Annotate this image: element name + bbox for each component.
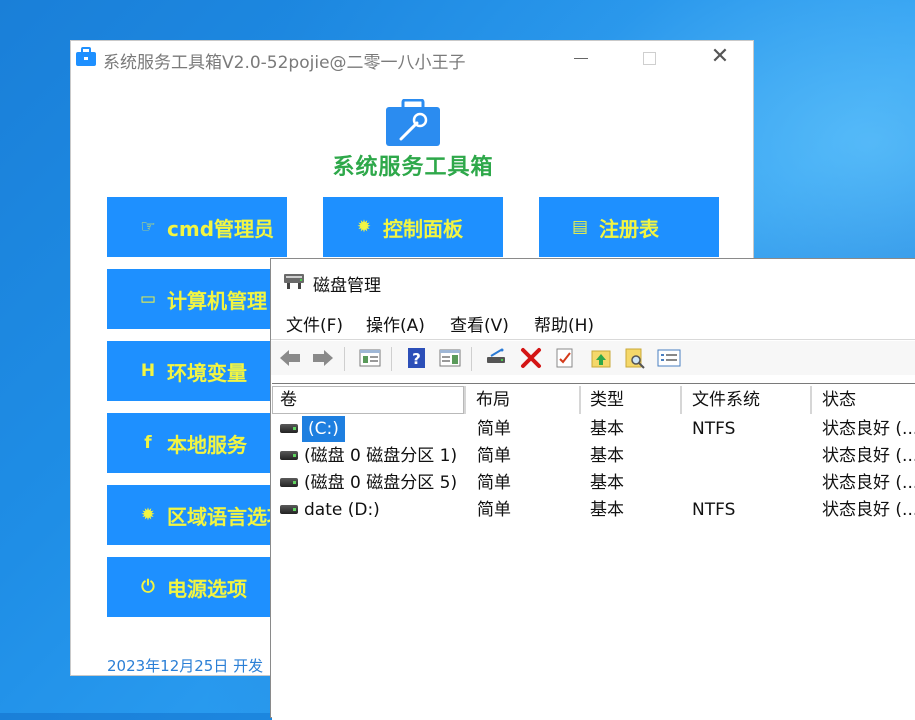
menu-view[interactable]: 查看(V) <box>450 311 509 336</box>
maximize-button[interactable] <box>636 45 662 71</box>
menu-help[interactable]: 帮助(H) <box>534 311 594 336</box>
volume-status: 状态良好 (... <box>822 446 915 466</box>
button-label: 电源选项 <box>167 576 247 601</box>
table-row[interactable]: (磁盘 0 磁盘分区 5) 简单 基本 状态良好 (... <box>272 470 915 496</box>
volume-drive-icon <box>280 424 298 433</box>
table-row[interactable]: (磁盘 0 磁盘分区 1) 简单 基本 状态良好 (... <box>272 443 915 469</box>
upload-icon[interactable] <box>589 346 613 370</box>
registry-card-icon: ▤ <box>571 217 589 237</box>
column-header-type[interactable]: 类型 <box>582 386 682 414</box>
computer-management-button[interactable]: ▭ 计算机管理 <box>107 269 287 329</box>
menu-file[interactable]: 文件(F) <box>286 311 343 336</box>
button-label: 本地服务 <box>167 432 247 457</box>
search-icon[interactable] <box>623 346 647 370</box>
disk-management-titlebar[interactable]: 磁盘管理 <box>271 259 915 303</box>
menu-action[interactable]: 操作(A) <box>366 311 425 336</box>
toolbox-app-icon <box>76 47 96 66</box>
column-header-status[interactable]: 状态 <box>814 386 915 414</box>
button-label: cmd管理员 <box>167 216 275 241</box>
volume-drive-icon <box>280 451 298 460</box>
volume-drive-icon <box>280 505 298 514</box>
local-services-button[interactable]: f 本地服务 <box>107 413 287 473</box>
environment-variables-button[interactable]: H 环境变量 <box>107 341 287 401</box>
volume-type: 基本 <box>590 500 624 520</box>
close-button[interactable]: ✕ <box>707 45 733 71</box>
toolbar-separator <box>344 347 345 371</box>
volume-type: 基本 <box>590 419 624 439</box>
h-letter-icon: H <box>140 361 156 381</box>
button-label: 环境变量 <box>167 360 247 385</box>
volume-layout: 简单 <box>477 500 511 520</box>
disk-management-icon <box>284 274 304 289</box>
volume-status: 状态良好 (... <box>822 500 915 520</box>
volume-name: (C:) <box>302 416 345 442</box>
button-label: 区域语言选项 <box>167 504 287 529</box>
delete-icon[interactable] <box>519 346 543 370</box>
column-header-layout[interactable]: 布局 <box>468 386 581 414</box>
thumbs-up-icon: ☞ <box>140 217 156 237</box>
toolbox-logo-icon <box>386 99 440 146</box>
toolbox-title: 系统服务工具箱V2.0-52pojie@二零一八小王子 <box>103 53 466 73</box>
column-header-filesystem[interactable]: 文件系统 <box>684 386 812 414</box>
table-row[interactable]: (C:) 简单 基本 NTFS 状态良好 (... <box>272 416 915 442</box>
svg-text:?: ? <box>412 350 421 368</box>
volume-name: (磁盘 0 磁盘分区 1) <box>304 446 458 466</box>
back-arrow-icon[interactable] <box>278 346 302 370</box>
button-label: 控制面板 <box>383 216 463 241</box>
region-language-button[interactable]: ✹ 区域语言选项 <box>107 485 287 545</box>
table-row[interactable]: date (D:) 简单 基本 NTFS 状态良好 (... <box>272 497 915 523</box>
properties-icon[interactable] <box>657 346 681 370</box>
connect-drive-icon[interactable] <box>485 346 509 370</box>
control-panel-button[interactable]: ✹ 控制面板 <box>323 197 503 257</box>
button-label: 注册表 <box>599 216 659 241</box>
toolbox-footer: 2023年12月25日 开发 <box>107 657 264 675</box>
volume-filesystem: NTFS <box>692 500 736 520</box>
facebook-f-icon: f <box>144 433 152 453</box>
toolbar-separator <box>471 347 472 371</box>
power-icon: ⏻ <box>141 577 155 597</box>
power-options-button[interactable]: ⏻ 电源选项 <box>107 557 287 617</box>
toolbar-separator <box>391 347 392 371</box>
volume-name: date (D:) <box>304 500 380 520</box>
menu-divider <box>271 339 915 340</box>
disk-management-title: 磁盘管理 <box>313 276 381 296</box>
volume-filesystem: NTFS <box>692 419 736 439</box>
volume-status: 状态良好 (... <box>822 419 915 439</box>
console-tree-icon[interactable] <box>358 346 382 370</box>
volume-layout: 简单 <box>477 419 511 439</box>
volume-layout: 简单 <box>477 446 511 466</box>
minimize-button[interactable] <box>568 45 594 71</box>
volume-layout: 简单 <box>477 473 511 493</box>
gear-icon: ✹ <box>140 505 156 525</box>
toolbar: ? <box>271 341 915 375</box>
cmd-admin-button[interactable]: ☞ cmd管理员 <box>107 197 287 257</box>
gear-icon: ✹ <box>356 217 372 237</box>
volume-name: (磁盘 0 磁盘分区 5) <box>304 473 458 493</box>
disk-management-window: 磁盘管理 文件(F) 操作(A) 查看(V) 帮助(H) ? 卷 布局 类型 文… <box>270 258 915 720</box>
volume-list: 卷 布局 类型 文件系统 状态 (C:) 简单 基本 NTFS 状态良好 (..… <box>272 383 915 720</box>
button-label: 计算机管理 <box>167 288 267 313</box>
volume-type: 基本 <box>590 473 624 493</box>
volume-status: 状态良好 (... <box>822 473 915 493</box>
forward-arrow-icon[interactable] <box>311 346 335 370</box>
checklist-icon[interactable] <box>553 346 577 370</box>
volume-type: 基本 <box>590 446 624 466</box>
registry-button[interactable]: ▤ 注册表 <box>539 197 719 257</box>
volume-drive-icon <box>280 478 298 487</box>
toolbox-titlebar[interactable]: 系统服务工具箱V2.0-52pojie@二零一八小王子 ✕ <box>71 41 753 75</box>
action-pane-icon[interactable] <box>438 346 462 370</box>
toolbox-heading: 系统服务工具箱 <box>332 155 494 180</box>
monitor-icon: ▭ <box>139 289 157 309</box>
menu-bar: 文件(F) 操作(A) 查看(V) 帮助(H) <box>271 307 915 337</box>
column-header-volume[interactable]: 卷 <box>272 386 466 414</box>
help-icon[interactable]: ? <box>405 346 429 370</box>
